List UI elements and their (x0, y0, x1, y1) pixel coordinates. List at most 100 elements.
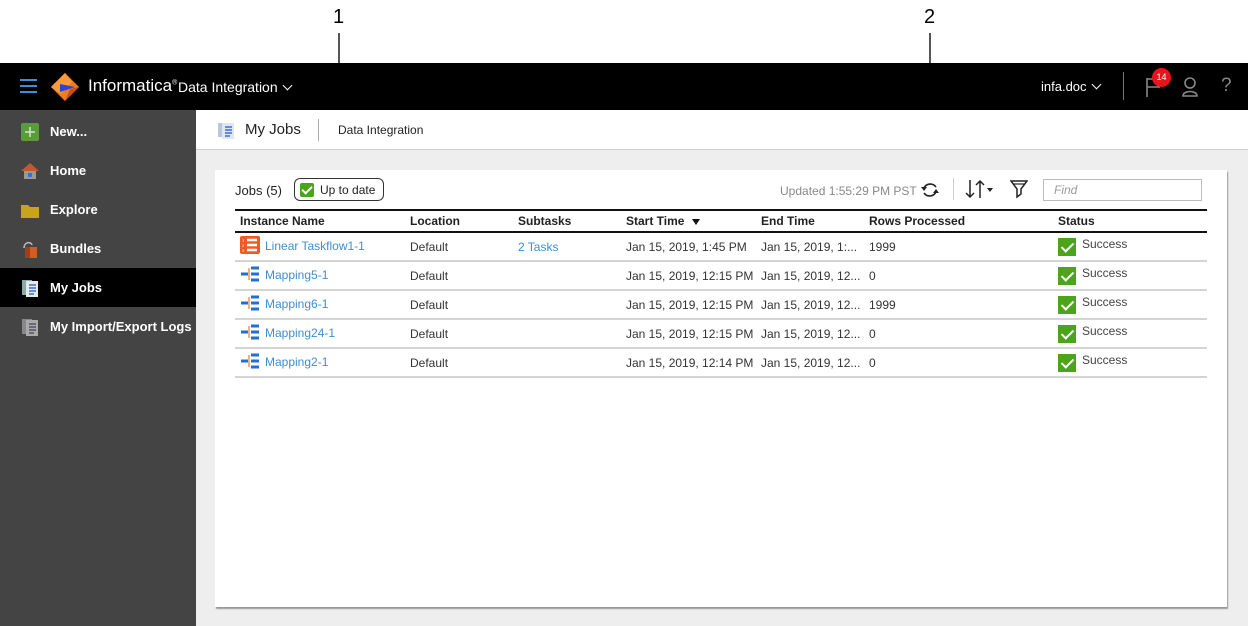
user-profile-icon[interactable] (1181, 76, 1199, 98)
location-cell: Default (405, 290, 513, 320)
mapping-icon (240, 265, 260, 283)
column-header-subtasks[interactable]: Subtasks (513, 210, 621, 232)
table-header-row: Instance Name Location Subtasks Start Ti… (235, 210, 1207, 232)
sidebar-item-explore[interactable]: Explore (0, 190, 196, 229)
instance-name-link[interactable]: Linear Taskflow1-1 (265, 239, 365, 253)
jobs-count: Jobs (5) (235, 183, 282, 198)
folder-icon (21, 205, 39, 218)
table-row[interactable]: Mapping2-1 Default Jan 15, 2019, 12:14 P… (235, 348, 1207, 378)
status-label: Up to date (320, 182, 376, 197)
status-text: Success (1082, 266, 1128, 281)
screenshot: 1 2 Informatica® Data Integration infa.d… (0, 0, 1248, 626)
status-cell: Success (1053, 232, 1207, 262)
status-text: Success (1082, 353, 1128, 368)
sidebar-item-label: Explore (50, 202, 98, 217)
location-cell: Default (405, 261, 513, 291)
sidebar-item-import-export-logs[interactable]: My Import/Export Logs (0, 307, 196, 346)
jobs-icon (22, 280, 38, 297)
notification-count-badge: 14 (1152, 68, 1171, 87)
status-cell: Success (1053, 319, 1207, 349)
subtasks-cell (513, 319, 621, 349)
subtasks-link[interactable]: 2 Tasks (518, 240, 558, 254)
jobs-panel: Jobs (5) Up to date Updated 1:55:29 PM P… (215, 170, 1227, 607)
rows-processed-cell: 0 (864, 261, 1053, 291)
rows-processed-cell: 0 (864, 348, 1053, 378)
table-row[interactable]: Mapping6-1 Default Jan 15, 2019, 12:15 P… (235, 290, 1207, 320)
success-check-icon (1058, 266, 1076, 285)
refresh-icon[interactable] (920, 180, 940, 200)
sort-icon[interactable] (965, 179, 997, 199)
divider (318, 119, 319, 141)
status-text: Success (1082, 324, 1128, 339)
table-row[interactable]: 1 2 3 Linear Taskflow1-1 Default 2 Tasks Ja… (235, 232, 1207, 262)
table-row[interactable]: Mapping5-1 Default Jan 15, 2019, 12:15 P… (235, 261, 1207, 291)
instance-name-link[interactable]: Mapping2-1 (265, 355, 328, 369)
help-icon[interactable]: ? (1221, 75, 1232, 97)
subtasks-cell: 2 Tasks (513, 232, 621, 262)
callout-1-label: 1 (333, 6, 345, 28)
breadcrumb[interactable]: Data Integration (338, 123, 423, 137)
chevron-down-icon (282, 80, 293, 91)
column-header-end-time[interactable]: End Time (756, 210, 864, 232)
column-header-rows-processed[interactable]: Rows Processed (864, 210, 1053, 232)
column-header-instance-name[interactable]: Instance Name (235, 210, 405, 232)
instance-name-link[interactable]: Mapping6-1 (265, 297, 328, 311)
instance-name-link[interactable]: Mapping5-1 (265, 268, 328, 282)
rows-processed-cell: 1999 (864, 290, 1053, 320)
hamburger-menu-icon[interactable] (20, 79, 37, 93)
taskflow-icon: 123 (240, 235, 260, 254)
status-cell: Success (1053, 261, 1207, 291)
start-time-cell: Jan 15, 2019, 12:15 PM (621, 319, 756, 349)
end-time-cell: Jan 15, 2019, 1:... (756, 232, 864, 262)
start-time-cell: Jan 15, 2019, 12:15 PM (621, 261, 756, 291)
subtasks-cell (513, 348, 621, 378)
status-cell: Success (1053, 348, 1207, 378)
start-time-cell: Jan 15, 2019, 12:15 PM (621, 290, 756, 320)
main-content: My Jobs Data Integration Jobs (5) Up to … (196, 110, 1248, 626)
rows-processed-cell: 0 (864, 319, 1053, 349)
column-header-status[interactable]: Status (1053, 210, 1207, 232)
instance-name-cell: Mapping24-1 (235, 319, 405, 349)
mapping-icon (240, 323, 260, 341)
user-menu[interactable]: infa.doc (1041, 79, 1101, 94)
success-check-icon (1058, 353, 1076, 372)
divider (953, 178, 954, 200)
location-cell: Default (405, 232, 513, 262)
page-header: My Jobs Data Integration (196, 110, 1248, 150)
sidebar-item-bundles[interactable]: Bundles (0, 229, 196, 268)
find-input[interactable] (1043, 179, 1202, 201)
instance-name-cell: Mapping6-1 (235, 290, 405, 320)
sort-descending-icon (692, 219, 701, 225)
success-check-icon (1058, 295, 1076, 314)
sidebar-item-label: My Import/Export Logs (50, 319, 192, 334)
sidebar: New... Home Explore Bundles My Jobs My I… (0, 110, 196, 626)
instance-name-link[interactable]: Mapping24-1 (265, 326, 335, 340)
end-time-cell: Jan 15, 2019, 12... (756, 348, 864, 378)
up-to-date-status: Up to date (294, 178, 385, 201)
sidebar-item-label: My Jobs (50, 280, 103, 295)
product-switcher[interactable]: Data Integration (178, 79, 293, 95)
filter-icon[interactable] (1010, 179, 1028, 199)
my-jobs-page-icon (218, 123, 234, 139)
rows-processed-cell: 1999 (864, 232, 1053, 262)
sidebar-item-new[interactable]: New... (0, 112, 196, 151)
sidebar-item-home[interactable]: Home (0, 151, 196, 190)
status-cell: Success (1053, 290, 1207, 320)
start-time-cell: Jan 15, 2019, 12:14 PM (621, 348, 756, 378)
checkmark-icon (300, 182, 314, 197)
subtasks-cell (513, 290, 621, 320)
sidebar-item-my-jobs[interactable]: My Jobs (0, 268, 196, 307)
last-updated-time: Updated 1:55:29 PM PST (780, 184, 917, 198)
start-time-cell: Jan 15, 2019, 1:45 PM (621, 232, 756, 262)
status-text: Success (1082, 237, 1128, 252)
column-header-start-time[interactable]: Start Time (621, 210, 756, 232)
end-time-cell: Jan 15, 2019, 12... (756, 290, 864, 320)
column-header-location[interactable]: Location (405, 210, 513, 232)
subtasks-cell (513, 261, 621, 291)
logs-icon (22, 319, 38, 336)
chevron-down-icon (1091, 79, 1101, 90)
location-cell: Default (405, 348, 513, 378)
table-row[interactable]: Mapping24-1 Default Jan 15, 2019, 12:15 … (235, 319, 1207, 349)
instance-name-cell: Mapping5-1 (235, 261, 405, 291)
home-icon (21, 163, 39, 179)
